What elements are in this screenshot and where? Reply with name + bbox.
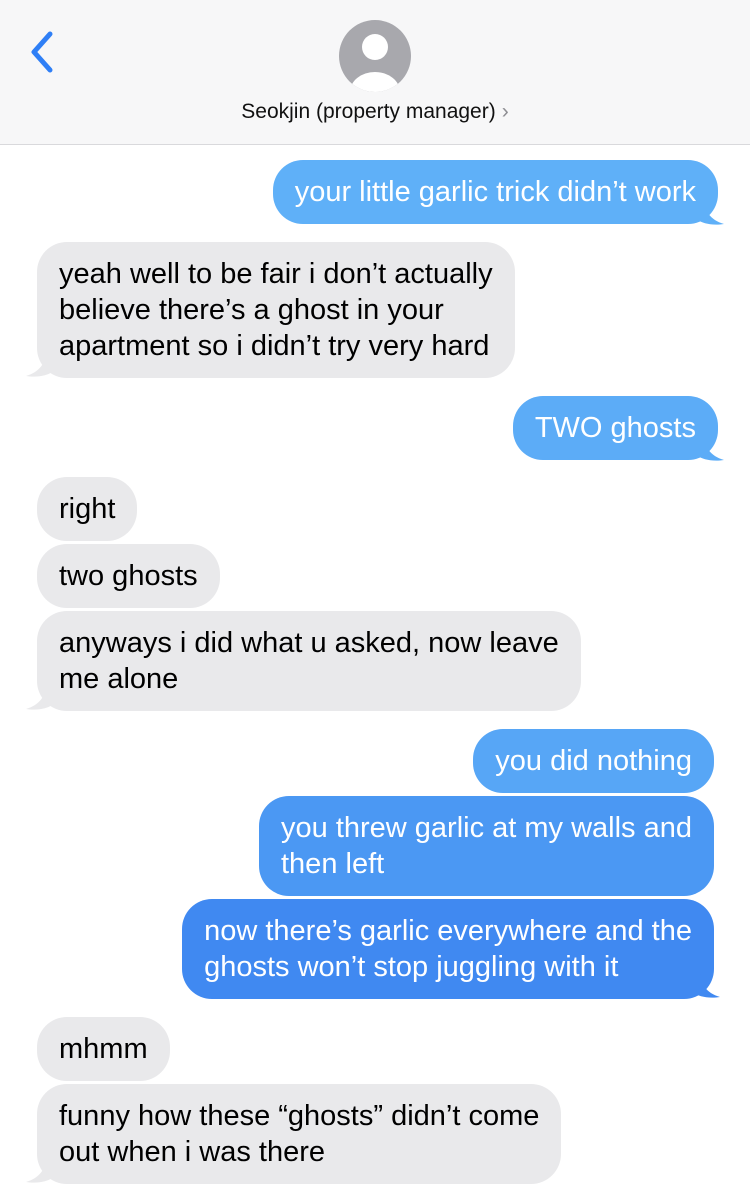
sent-message-bubble[interactable]: you threw garlic at my walls and then le…: [259, 796, 714, 896]
received-message-bubble[interactable]: anyways i did what u asked, now leave me…: [37, 611, 581, 711]
received-message-bubble[interactable]: mhmm: [37, 1017, 170, 1081]
sent-message-bubble[interactable]: TWO ghosts: [512, 396, 718, 460]
bubble-tail: [26, 352, 52, 377]
bubble-tail: [698, 436, 724, 461]
received-message-bubble[interactable]: right: [37, 477, 138, 541]
sent-message-bubble[interactable]: your little garlic trick didn’t work: [272, 160, 718, 224]
sent-message-bubble[interactable]: you did nothing: [473, 729, 714, 793]
received-message-bubble[interactable]: two ghosts: [37, 544, 220, 608]
bubble-tail: [26, 1158, 52, 1183]
received-message-bubble[interactable]: yeah well to be fair i don’t actually be…: [37, 242, 515, 378]
bubble-tail: [26, 685, 52, 710]
sent-message-bubble[interactable]: now there’s garlic everywhere and the gh…: [182, 899, 714, 999]
bubble-tail: [694, 973, 720, 998]
received-message-bubble[interactable]: funny how these “ghosts” didn’t come out…: [37, 1084, 562, 1184]
message-thread: your little garlic trick didn’t work yea…: [0, 0, 750, 1200]
bubble-tail: [698, 200, 724, 225]
